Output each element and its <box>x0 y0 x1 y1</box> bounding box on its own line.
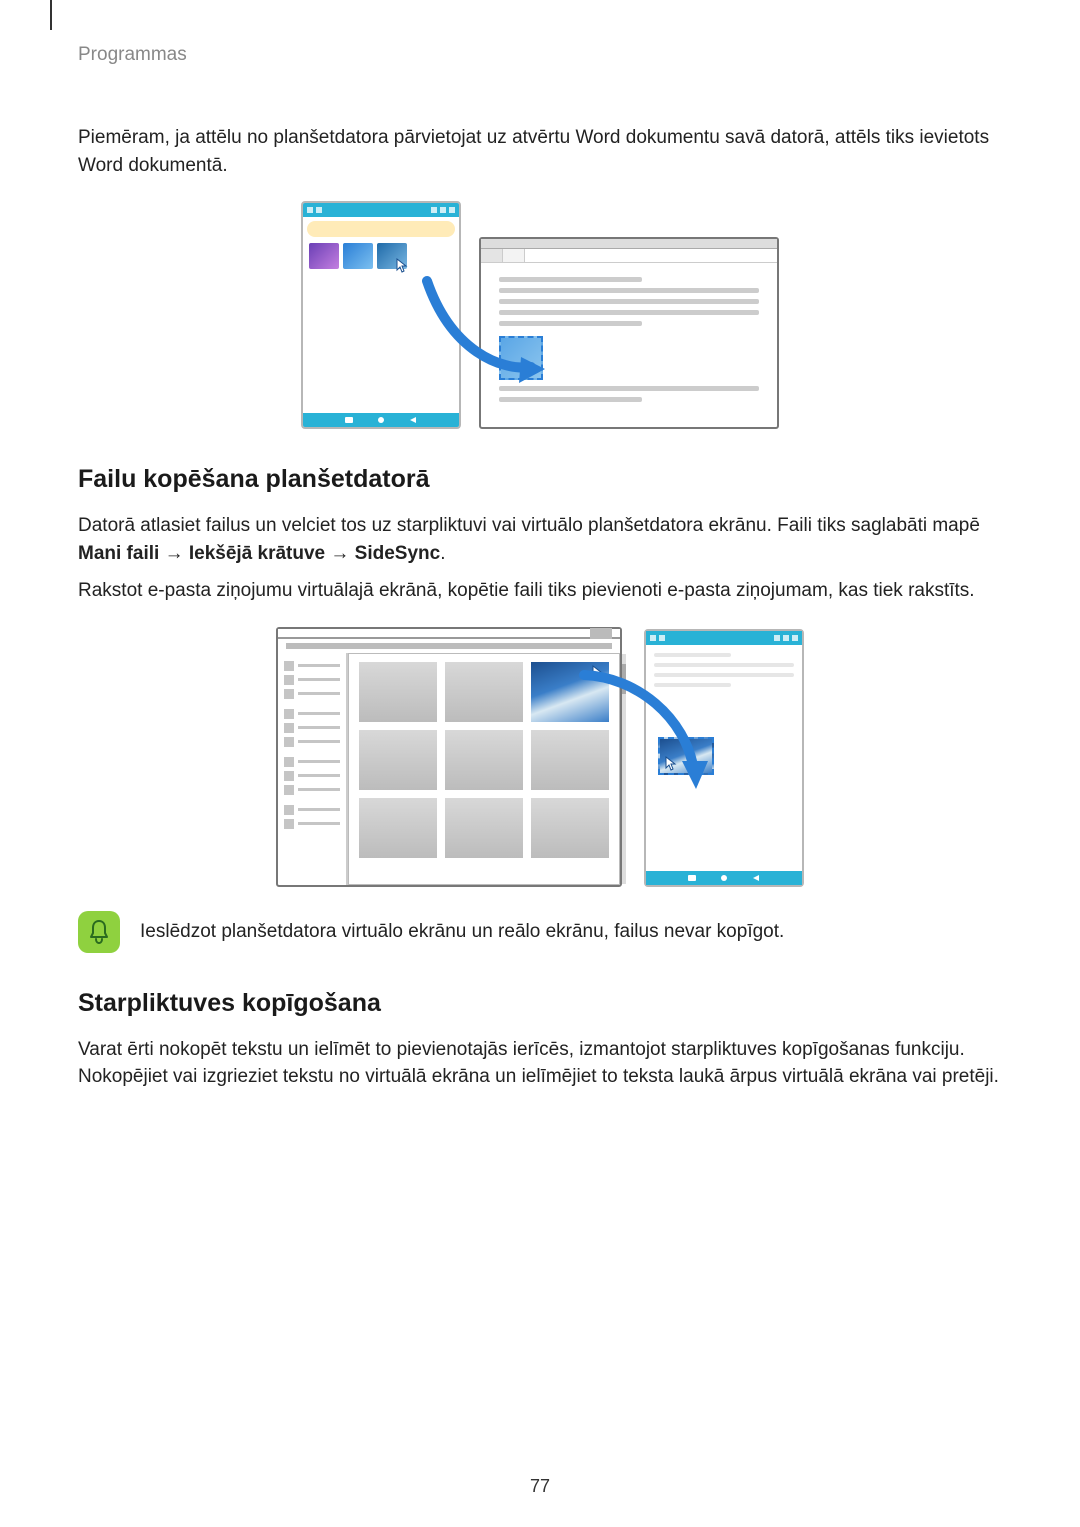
tablet-titlebar <box>646 631 802 645</box>
section1-p1: Datorā atlasiet failus un velciet tos uz… <box>78 512 1002 567</box>
page-content: Programmas Piemēram, ja attēlu no planše… <box>0 0 1080 1091</box>
section1-p2: Rakstot e-pasta ziņojumu virtuālajā ekrā… <box>78 577 1002 605</box>
thumbnails <box>309 243 453 269</box>
note-text: Ieslēdzot planšetdatora virtuālo ekrānu … <box>140 921 784 943</box>
desktop-explorer-mock <box>276 627 622 887</box>
section1-title: Failu kopēšana planšetdatorā <box>78 465 1002 494</box>
illustration-1 <box>78 201 1002 429</box>
section1-p1b: . <box>440 543 445 564</box>
tablet-mock-2 <box>644 629 804 887</box>
cursor-icon <box>395 257 411 273</box>
thumb-3-dragging <box>377 243 407 269</box>
cursor-icon <box>523 360 539 376</box>
illustration-2 <box>78 627 1002 887</box>
section2-title: Starpliktuves kopīgošana <box>78 989 1002 1018</box>
thumb-1 <box>309 243 339 269</box>
drop-target <box>499 336 543 380</box>
tablet-titlebar <box>303 203 459 217</box>
sidebar-mock <box>278 653 348 885</box>
drop-target-2 <box>658 737 714 775</box>
search-bar-mock <box>307 221 455 237</box>
tablet-navbar <box>303 413 459 427</box>
thumb-2 <box>343 243 373 269</box>
section2-p1: Varat ērti nokopēt tekstu un ielīmēt to … <box>78 1036 1002 1091</box>
tablet-mock <box>301 201 461 429</box>
cursor-icon <box>664 755 680 771</box>
header-tick <box>50 0 52 30</box>
cursor-icon <box>591 664 607 680</box>
running-header: Programmas <box>78 44 1002 66</box>
photo-thumb-dragging <box>531 662 609 722</box>
section1-p1-bold: Mani faili → Iekšējā krātuve → SideSync <box>78 543 440 564</box>
desktop-window-mock <box>479 237 779 429</box>
page-number: 77 <box>0 1476 1080 1497</box>
note-row: Ieslēdzot planšetdatora virtuālo ekrānu … <box>78 911 1002 953</box>
tablet-navbar <box>646 871 802 885</box>
bell-icon <box>78 911 120 953</box>
intro-paragraph: Piemēram, ja attēlu no planšetdatora pār… <box>78 124 1002 179</box>
thumbnail-grid <box>348 653 620 885</box>
section1-p1a: Datorā atlasiet failus un velciet tos uz… <box>78 515 980 536</box>
